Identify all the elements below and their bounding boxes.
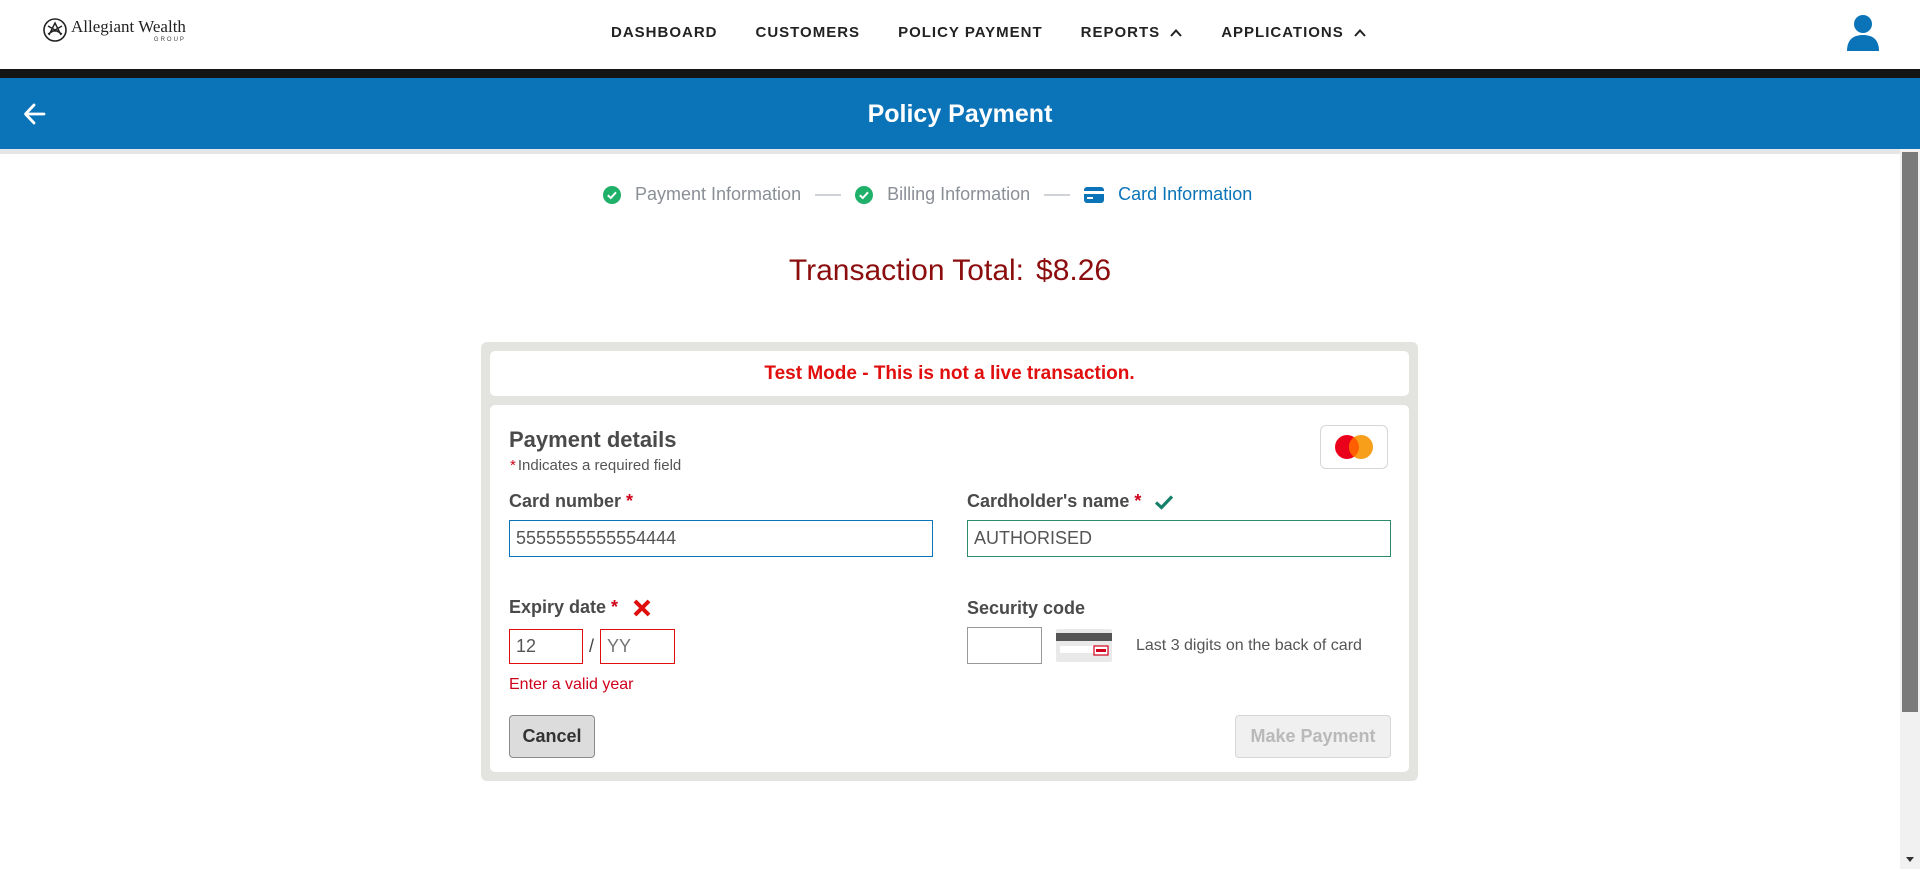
required-marker: * [510,457,516,474]
mastercard-icon [1335,435,1373,459]
payment-panel: Test Mode - This is not a live transacti… [481,342,1418,781]
nav-item-applications[interactable]: APPLICATIONS [1221,24,1367,41]
security-code-label-text: Security code [967,598,1086,618]
credit-card-icon [1084,186,1105,203]
main-nav: DASHBOARD CUSTOMERS POLICY PAYMENT REPOR… [611,24,1405,41]
check-valid-icon [1155,494,1174,510]
scrollbar-thumb[interactable] [1902,152,1918,712]
invalid-x-icon [633,599,651,616]
card-number-input[interactable] [509,520,933,557]
nav-label: POLICY PAYMENT [898,24,1043,41]
check-circle-icon [603,185,621,204]
card-number-label-text: Card number [509,491,622,511]
required-marker: * [1134,491,1142,511]
card-brand-badge [1320,425,1388,469]
transaction-total: Transaction Total: $8.26 [0,254,1900,288]
step-separator [1044,193,1071,196]
step-billing-information[interactable]: Billing Information [855,184,1030,205]
scroll-down-arrow-icon[interactable] [1903,852,1917,866]
required-note-text: Indicates a required field [517,457,682,474]
security-code-input[interactable] [967,627,1042,664]
page-header: Policy Payment [0,78,1920,149]
brand-mark-icon [43,18,67,42]
checkout-stepper: Payment Information Billing Information … [603,184,1252,205]
expiry-error-message: Enter a valid year [509,676,634,693]
card-back-cvv-icon [1056,629,1112,662]
brand-name: Allegiant Wealth [71,16,186,36]
expiry-separator: / [589,636,595,656]
card-number-label: Card number * [509,491,633,512]
nav-item-dashboard[interactable]: DASHBOARD [611,24,718,41]
expiry-date-label: Expiry date * [509,597,652,618]
step-card-information[interactable]: Card Information [1084,184,1252,205]
form-title: Payment details [509,427,677,452]
brand-sub: GROUP [153,36,186,43]
cancel-button[interactable]: Cancel [509,715,595,758]
brand-logo[interactable]: Allegiant Wealth GROUP [42,17,186,43]
nav-item-policy-payment[interactable]: POLICY PAYMENT [898,24,1043,41]
make-payment-button[interactable]: Make Payment [1235,715,1391,758]
nav-item-customers[interactable]: CUSTOMERS [756,24,861,41]
chevron-up-icon [1354,28,1366,37]
security-code-hint: Last 3 digits on the back of card [1136,637,1362,654]
step-label: Payment Information [635,184,802,204]
expiry-year-input[interactable] [600,629,675,664]
required-marker: * [626,491,634,511]
nav-label: REPORTS [1080,24,1161,41]
nav-label: DASHBOARD [611,24,718,41]
user-account-icon[interactable] [1846,14,1880,52]
transaction-total-amount: $8.26 [1036,254,1112,287]
chevron-up-icon [1170,28,1182,37]
cardholder-name-input[interactable] [967,520,1391,557]
required-marker: * [611,597,619,617]
nav-label: APPLICATIONS [1221,24,1344,41]
cardholder-name-label: Cardholder's name * [967,491,1175,512]
payment-form: Payment details * Indicates a required fi… [490,405,1409,772]
header-shadow [0,149,1903,154]
expiry-date-label-text: Expiry date [509,597,607,617]
required-field-note: * Indicates a required field [510,457,681,474]
step-label: Billing Information [887,184,1031,204]
nav-label: CUSTOMERS [755,24,861,41]
transaction-total-label: Transaction Total: [788,254,1025,287]
step-label: Card Information [1118,184,1253,204]
nav-divider [0,69,1920,78]
top-navigation: Allegiant Wealth GROUP DASHBOARD CUSTOME… [0,0,1920,69]
step-payment-information[interactable]: Payment Information [603,184,801,205]
security-code-label: Security code [967,598,1085,619]
step-separator [815,193,842,196]
cardholder-name-label-text: Cardholder's name [967,491,1130,511]
expiry-month-input[interactable] [509,629,583,664]
page-title: Policy Payment [867,100,1053,128]
check-circle-icon [855,185,874,204]
test-mode-notice: Test Mode - This is not a live transacti… [490,351,1409,396]
nav-item-reports[interactable]: REPORTS [1081,24,1184,41]
